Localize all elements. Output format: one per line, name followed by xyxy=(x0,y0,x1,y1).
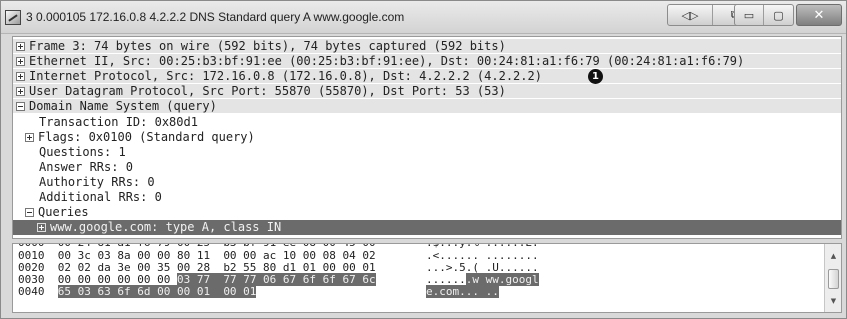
scroll-down-icon[interactable]: ▼ xyxy=(828,296,839,307)
tree-row-label: Flags: 0x0100 (Standard query) xyxy=(38,129,255,144)
scrollbar-thumb[interactable] xyxy=(828,269,839,289)
hex-line[interactable]: 0040 65 03 63 6f 6d 00 00 01 00 01 xyxy=(18,285,257,298)
hex-offset: 0040 xyxy=(18,285,45,298)
maximize-button[interactable]: ▢ xyxy=(764,5,793,25)
expand-icon[interactable] xyxy=(16,72,25,82)
window-control-group: ▭ ▢ xyxy=(734,4,794,26)
tree-row-label: Ethernet II, Src: 00:25:b3:bf:91:ee (00:… xyxy=(29,54,745,69)
tree-row[interactable]: Queries xyxy=(13,205,841,220)
packet-details-window: 3 0.000105 172.16.0.8 4.2.2.2 DNS Standa… xyxy=(0,0,847,319)
tree-row[interactable]: Frame 3: 74 bytes on wire (592 bits), 74… xyxy=(13,39,841,54)
tree-row-label: Additional RRs: 0 xyxy=(39,190,162,204)
window-title: 3 0.000105 172.16.0.8 4.2.2.2 DNS Standa… xyxy=(26,10,405,24)
expand-icon[interactable] xyxy=(16,42,25,51)
close-button[interactable]: ✕ xyxy=(796,4,842,26)
tree-row-label: Internet Protocol, Src: 172.16.0.8 (172.… xyxy=(29,69,542,84)
tree-row-label: Domain Name System (query) xyxy=(29,99,217,114)
tree-row[interactable]: Ethernet II, Src: 00:25:b3:bf:91:ee (00:… xyxy=(13,54,841,70)
expand-icon[interactable] xyxy=(25,132,34,142)
tree-row[interactable]: User Datagram Protocol, Src Port: 55870 … xyxy=(13,84,841,100)
title-bar[interactable]: 3 0.000105 172.16.0.8 4.2.2.2 DNS Standa… xyxy=(1,1,846,34)
collapse-icon[interactable] xyxy=(25,208,34,218)
tree-row[interactable]: www.google.com: type A, class IN xyxy=(13,220,841,236)
tree-row[interactable]: Additional RRs: 0 xyxy=(13,190,841,205)
expand-icon[interactable] xyxy=(16,57,25,67)
wireshark-app-icon xyxy=(5,10,21,25)
tree-row[interactable]: Flags: 0x0100 (Standard query) xyxy=(13,130,841,145)
vertical-scrollbar[interactable]: ▲ ▼ xyxy=(824,244,841,312)
tree-row[interactable]: Authority RRs: 0 xyxy=(13,175,841,190)
tree-row-label: Answer RRs: 0 xyxy=(39,159,133,174)
tree-row[interactable]: Questions: 1 xyxy=(13,145,841,160)
hex-dump-pane[interactable]: ▲ ▼ 0000 00 24 81 a1 f6 79 00 25 b3 bf 9… xyxy=(12,243,842,313)
hex-ascii[interactable]: e.com... .. xyxy=(426,285,499,298)
tree-row[interactable]: Internet Protocol, Src: 172.16.0.8 (172.… xyxy=(13,69,841,85)
expand-icon[interactable] xyxy=(16,87,25,97)
tree-row-label: Queries xyxy=(38,205,89,220)
scroll-up-icon[interactable]: ▲ xyxy=(828,251,839,262)
prev-next-icon[interactable]: ◁▷ xyxy=(668,5,713,25)
tree-row-label: User Datagram Protocol, Src Port: 55870 … xyxy=(29,84,506,99)
packet-detail-tree[interactable]: Frame 3: 74 bytes on wire (592 bits), 74… xyxy=(12,36,842,239)
callout-number-badge: 1 xyxy=(588,69,603,85)
ascii-text-highlighted: e.com... .. xyxy=(426,285,499,298)
hex-bytes-highlighted: 65 03 63 6f 6d 00 00 01 00 01 xyxy=(57,285,257,298)
minimize-button[interactable]: ▭ xyxy=(735,5,764,25)
tree-row-label: Authority RRs: 0 xyxy=(39,174,155,189)
expand-icon[interactable] xyxy=(37,223,46,233)
tree-row-label: Questions: 1 xyxy=(39,144,126,159)
tree-row[interactable]: Transaction ID: 0x80d1 xyxy=(13,115,841,130)
tree-row-label: Transaction ID: 0x80d1 xyxy=(39,114,198,129)
tree-row[interactable]: Answer RRs: 0 xyxy=(13,160,841,175)
tree-row-label: www.google.com: type A, class IN xyxy=(50,220,282,235)
collapse-icon[interactable] xyxy=(16,102,25,112)
tree-row[interactable]: Domain Name System (query) xyxy=(13,99,841,115)
tree-row-label: Frame 3: 74 bytes on wire (592 bits), 74… xyxy=(29,39,506,53)
